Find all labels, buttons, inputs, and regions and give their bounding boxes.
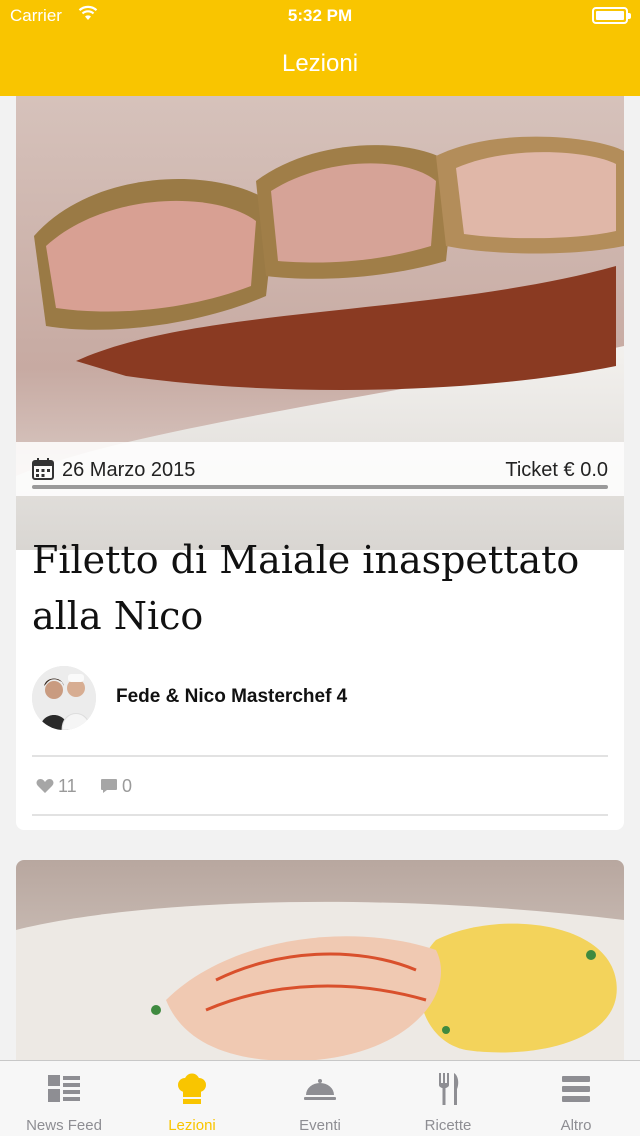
tab-altro[interactable]: Altro	[512, 1061, 640, 1136]
calendar-icon	[32, 458, 54, 480]
status-bar: Carrier 5:32 PM	[0, 0, 640, 32]
lesson-meta-bar: 26 Marzo 2015 Ticket € 0.0	[16, 442, 624, 496]
battery-icon	[592, 7, 631, 24]
tab-eventi[interactable]: Eventi	[256, 1061, 384, 1136]
status-time: 5:32 PM	[287, 6, 353, 25]
tab-lezioni[interactable]: Lezioni	[128, 1061, 256, 1136]
lesson-author[interactable]: Fede & Nico Masterchef 4	[32, 666, 608, 730]
lesson-photo[interactable]: 26 Marzo 2015 Ticket € 0.0	[16, 96, 624, 550]
chef-hat-icon	[178, 1073, 206, 1104]
lesson-photo[interactable]	[16, 860, 624, 1060]
cloche-icon	[304, 1079, 336, 1100]
menu-icon	[562, 1076, 590, 1102]
like-count: 11	[58, 775, 77, 796]
card-divider	[32, 814, 608, 816]
lesson-date: 26 Marzo 2015	[62, 459, 196, 481]
tab-label: Ricette	[424, 1117, 472, 1134]
lesson-ticket-price: Ticket € 0.0	[505, 459, 608, 481]
tab-label: Lezioni	[168, 1117, 216, 1134]
tab-label: Altro	[560, 1117, 592, 1134]
lesson-card[interactable]	[16, 860, 624, 1060]
tab-ricette[interactable]: Ricette	[384, 1061, 512, 1136]
avatar[interactable]	[32, 666, 96, 730]
page-title: Lezioni	[281, 50, 359, 77]
tab-news-feed[interactable]: News Feed	[0, 1061, 128, 1136]
comment-icon	[101, 779, 117, 793]
heart-icon	[36, 779, 54, 793]
tab-label: Eventi	[299, 1117, 341, 1134]
lessons-feed[interactable]: 26 Marzo 2015 Ticket € 0.0 Filetto di Ma…	[0, 96, 640, 1060]
navigation-header: Carrier 5:32 PM Lezioni	[0, 0, 640, 96]
comment-count: 0	[122, 775, 133, 796]
fork-knife-icon	[439, 1073, 459, 1105]
card-divider	[32, 755, 608, 757]
comment-button[interactable]: 0	[100, 774, 132, 798]
tab-label: News Feed	[26, 1117, 102, 1134]
news-feed-icon	[48, 1075, 80, 1102]
like-button[interactable]: 11	[36, 774, 77, 798]
tab-bar: News Feed Lezioni Eventi Ricette Altro	[0, 1060, 640, 1136]
meta-divider	[32, 485, 608, 489]
author-name[interactable]: Fede & Nico Masterchef 4	[116, 686, 347, 708]
lesson-card[interactable]: 26 Marzo 2015 Ticket € 0.0 Filetto di Ma…	[16, 96, 624, 830]
lesson-title[interactable]: Filetto di Maiale inaspettato alla Nico	[32, 532, 612, 644]
